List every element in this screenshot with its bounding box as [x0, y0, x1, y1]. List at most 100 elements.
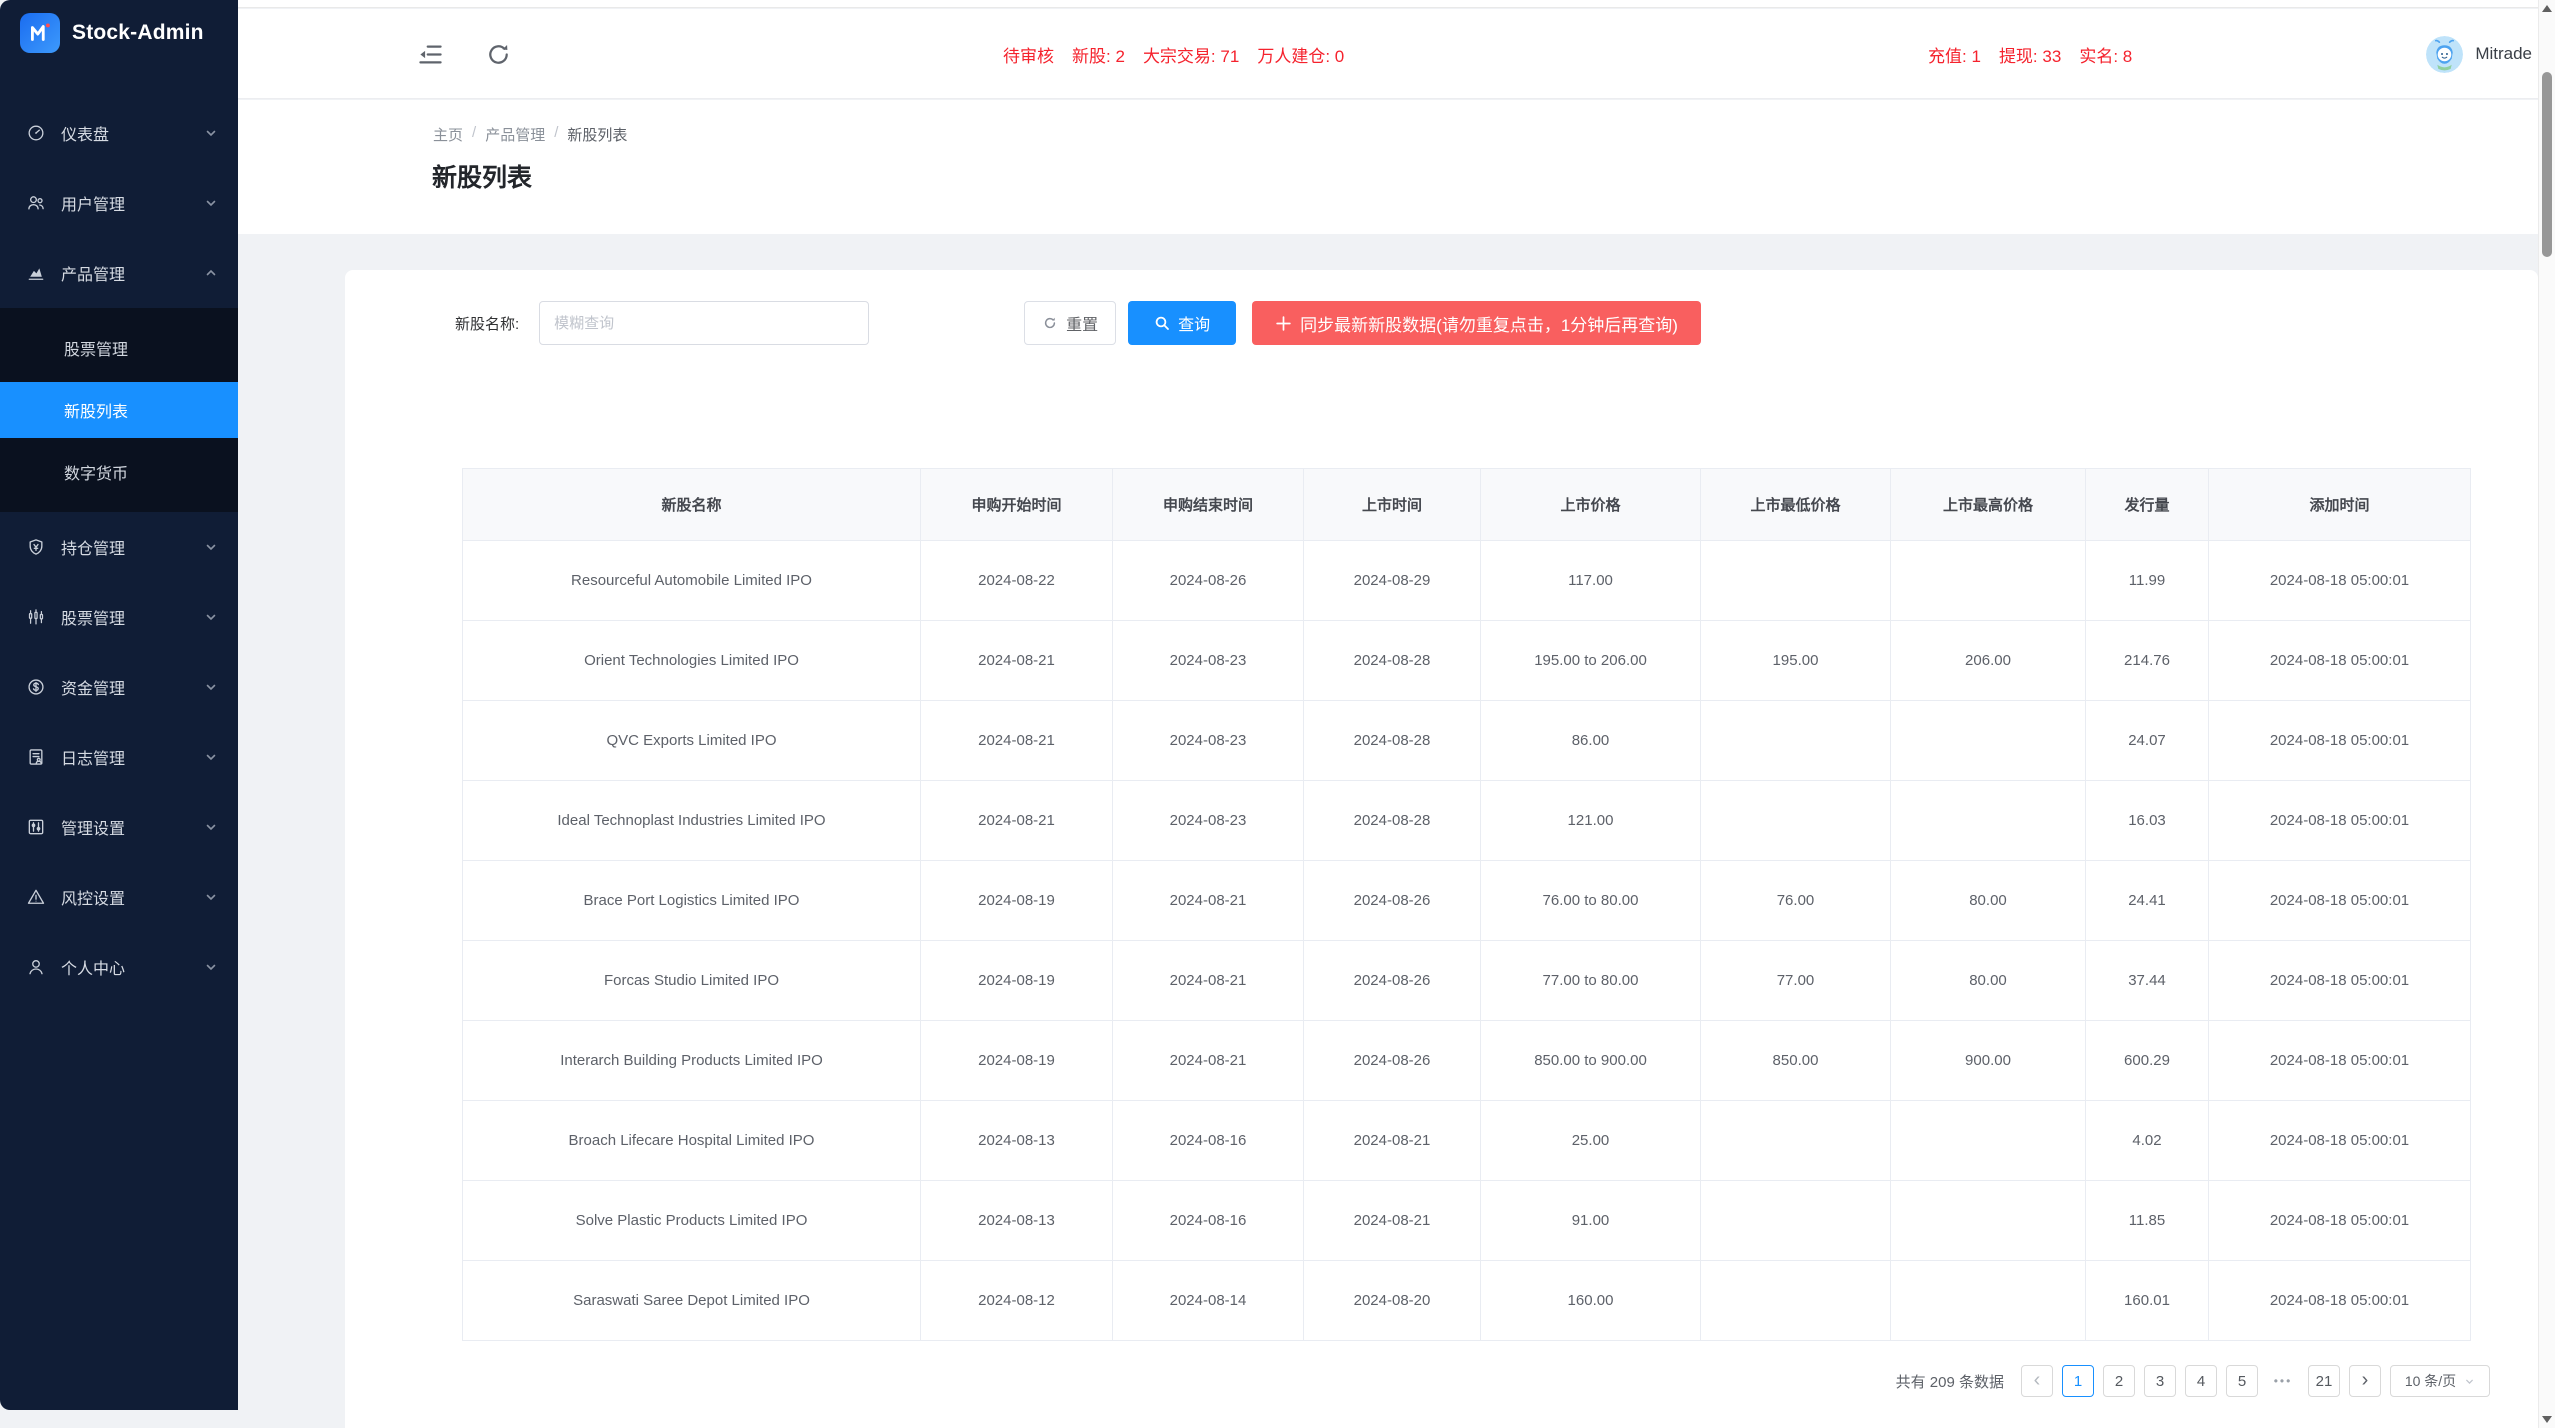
submenu-item-stock-management[interactable]: 股票管理 [0, 320, 238, 376]
stock-name-input[interactable] [539, 301, 869, 345]
refresh-icon[interactable] [478, 34, 518, 74]
cell-stock-name: Forcas Studio Limited IPO [463, 941, 921, 1021]
menu-fold-icon[interactable] [410, 34, 450, 74]
column-header: 发行量 [2086, 469, 2209, 541]
cell: 2024-08-16 [1113, 1181, 1304, 1261]
submenu-item-new-stock-list[interactable]: 新股列表 [0, 382, 238, 438]
chevron-down-icon [2464, 1376, 2475, 1387]
breadcrumb-home[interactable]: 主页 [433, 124, 463, 145]
reset-icon [1042, 315, 1058, 331]
sidebar-item-label: 持仓管理 [61, 535, 204, 559]
cell [1701, 1181, 1891, 1261]
pagination-page-last[interactable]: 21 [2308, 1365, 2340, 1397]
cell: 2024-08-13 [921, 1181, 1113, 1261]
sidebar-item-dashboard[interactable]: 仪表盘 [0, 98, 238, 168]
cell: 2024-08-22 [921, 541, 1113, 621]
breadcrumb-product-management[interactable]: 产品管理 [485, 124, 545, 145]
search-button-label: 查询 [1178, 311, 1210, 335]
sidebar-item-product-management[interactable]: 产品管理 [0, 238, 238, 308]
cell: 2024-08-18 05:00:01 [2209, 861, 2471, 941]
sidebar-item-label: 管理设置 [61, 815, 204, 839]
pagination-prev-button[interactable]: ‹ [2021, 1365, 2053, 1397]
reset-button[interactable]: 重置 [1024, 301, 1116, 345]
scroll-up-icon[interactable] [2539, 0, 2555, 17]
table-header-row: 新股名称 申购开始时间 申购结束时间 上市时间 上市价格 上市最低价格 上市最高… [463, 469, 2471, 541]
cell [1701, 1101, 1891, 1181]
cell: 2024-08-23 [1113, 621, 1304, 701]
cell [1891, 1181, 2086, 1261]
pagination-page-5[interactable]: 5 [2226, 1365, 2258, 1397]
sidebar-item-log-management[interactable]: 日志管理 [0, 722, 238, 792]
cell: 2024-08-21 [921, 621, 1113, 701]
cell: 2024-08-18 05:00:01 [2209, 701, 2471, 781]
person-icon [26, 957, 46, 977]
main-content: 待审核 新股: 2 大宗交易: 71 万人建仓: 0 充值: 1 提现: 33 … [238, 0, 2538, 1428]
cell-stock-name: Interarch Building Products Limited IPO [463, 1021, 921, 1101]
candlestick-icon [26, 607, 46, 627]
stat-deposits[interactable]: 充值: 1 [1928, 42, 1981, 67]
content-card: 新股名称: 重置 查询 [345, 270, 2538, 1428]
cell: 2024-08-21 [1304, 1181, 1481, 1261]
cell: 24.41 [2086, 861, 2209, 941]
pagination: 共有 209 条数据 ‹ 1 2 3 4 5 ••• 21 › 10 条/页 [1896, 1365, 2490, 1397]
sidebar-item-position-management[interactable]: 持仓管理 [0, 512, 238, 582]
cell: 86.00 [1481, 701, 1701, 781]
chevron-down-icon [204, 890, 218, 904]
sidebar-item-funds-management[interactable]: 资金管理 [0, 652, 238, 722]
window-top-strip [238, 0, 2538, 8]
sidebar-item-risk-settings[interactable]: 风控设置 [0, 862, 238, 932]
cell: 2024-08-19 [921, 1021, 1113, 1101]
pagination-page-2[interactable]: 2 [2103, 1365, 2135, 1397]
stat-label: 充值: [1928, 47, 1967, 66]
pagination-page-3[interactable]: 3 [2144, 1365, 2176, 1397]
cell [1701, 701, 1891, 781]
submenu-item-digital-currency[interactable]: 数字货币 [0, 444, 238, 500]
sidebar-item-user-management[interactable]: 用户管理 [0, 168, 238, 238]
stat-block-trades[interactable]: 大宗交易: 71 [1143, 42, 1239, 67]
cell: 117.00 [1481, 541, 1701, 621]
sync-latest-ipo-button[interactable]: 同步最新新股数据(请勿重复点击，1分钟后再查询) [1252, 301, 1701, 345]
table-row: QVC Exports Limited IPO2024-08-212024-08… [463, 701, 2471, 781]
cell-stock-name: Orient Technologies Limited IPO [463, 621, 921, 701]
breadcrumb-separator: / [472, 124, 476, 145]
scrollbar-thumb[interactable] [2542, 72, 2552, 257]
cell: 850.00 [1701, 1021, 1891, 1101]
ipo-table: 新股名称 申购开始时间 申购结束时间 上市时间 上市价格 上市最低价格 上市最高… [462, 468, 2471, 1341]
dollar-circle-icon [26, 677, 46, 697]
page-size-select[interactable]: 10 条/页 [2390, 1365, 2490, 1397]
pagination-page-1[interactable]: 1 [2062, 1365, 2094, 1397]
column-header: 上市最低价格 [1701, 469, 1891, 541]
cell: 76.00 to 80.00 [1481, 861, 1701, 941]
stat-withdrawals[interactable]: 提现: 33 [1999, 42, 2061, 67]
stat-value: 33 [2042, 47, 2061, 66]
cell: 2024-08-21 [1304, 1101, 1481, 1181]
cell: 77.00 [1701, 941, 1891, 1021]
pagination-next-button[interactable]: › [2349, 1365, 2381, 1397]
scroll-down-icon[interactable] [2539, 1411, 2555, 1428]
stat-kyc[interactable]: 实名: 8 [2079, 42, 2132, 67]
pagination-page-4[interactable]: 4 [2185, 1365, 2217, 1397]
stat-new-stocks[interactable]: 新股: 2 [1072, 42, 1125, 67]
sidebar-item-stock-management[interactable]: 股票管理 [0, 582, 238, 652]
pagination-more-button[interactable]: ••• [2267, 1365, 2299, 1397]
submenu-item-label: 新股列表 [64, 398, 128, 422]
chevron-down-icon [204, 196, 218, 210]
cell: 2024-08-26 [1304, 941, 1481, 1021]
sidebar-item-admin-settings[interactable]: 管理设置 [0, 792, 238, 862]
cell: 24.07 [2086, 701, 2209, 781]
cell: 2024-08-23 [1113, 781, 1304, 861]
stat-mass-positions[interactable]: 万人建仓: 0 [1257, 42, 1344, 67]
column-header: 申购结束时间 [1113, 469, 1304, 541]
cell: 2024-08-19 [921, 941, 1113, 1021]
filter-bar: 新股名称: 重置 查询 [455, 300, 1701, 346]
user-menu[interactable]: Mitrade [2426, 9, 2532, 99]
cell: 160.00 [1481, 1261, 1701, 1341]
cell-stock-name: QVC Exports Limited IPO [463, 701, 921, 781]
search-icon [1154, 315, 1170, 331]
cell: 2024-08-28 [1304, 701, 1481, 781]
sidebar-item-profile-center[interactable]: 个人中心 [0, 932, 238, 1002]
search-button[interactable]: 查询 [1128, 301, 1236, 345]
stat-label: 实名: [2079, 47, 2118, 66]
pending-prefix[interactable]: 待审核 [1003, 42, 1054, 67]
sidebar-item-label: 仪表盘 [61, 121, 204, 145]
